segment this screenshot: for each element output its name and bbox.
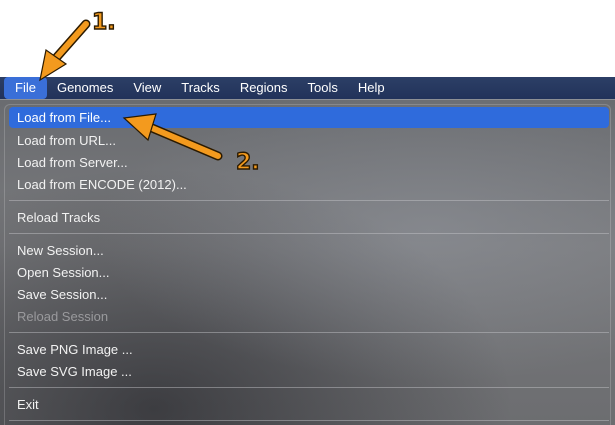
annotation-arrows [39,19,223,161]
step-2-label: 2. [235,149,260,175]
arrow-to-file-menu [39,19,91,82]
arrow-to-load-from-file [122,113,223,161]
step-1-label: 1. [91,9,116,35]
